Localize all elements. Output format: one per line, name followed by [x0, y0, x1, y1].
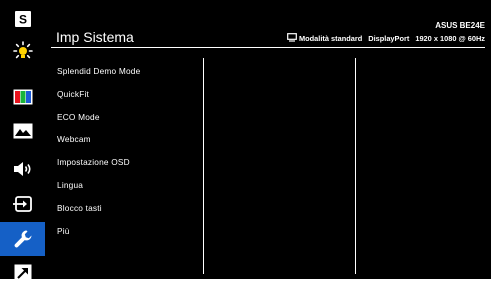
input-label: DisplayPort — [368, 34, 410, 43]
sidebar-item-splendid[interactable]: S — [0, 2, 45, 36]
menu-item-quickfit[interactable]: QuickFit — [57, 89, 89, 99]
sidebar-item-blue-light-filter[interactable] — [0, 35, 45, 69]
sidebar-item-system-setup[interactable] — [0, 222, 45, 256]
menu-item-eco-mode[interactable]: ECO Mode — [57, 112, 100, 122]
menu-item-more[interactable]: Più — [57, 226, 70, 236]
menu-item-osd-setup[interactable]: Impostazione OSD — [57, 157, 130, 167]
color-bars-icon — [13, 89, 32, 105]
sidebar-item-input-select[interactable] — [0, 187, 45, 221]
status-bar: Modalità standard DisplayPort 1920 x 108… — [287, 33, 485, 44]
sidebar-item-image[interactable] — [0, 114, 45, 148]
shortcut-arrow-icon — [14, 264, 31, 282]
wrench-icon — [14, 230, 31, 248]
speaker-icon — [13, 162, 31, 176]
osd-window: S Imp Sistema ASUS BE24E Modalità standa… — [0, 0, 491, 282]
column-divider-1 — [203, 58, 204, 274]
mode-label: Modalità standard — [299, 34, 363, 43]
splendid-s-icon: S — [14, 11, 31, 27]
column-divider-2 — [355, 58, 356, 274]
menu-item-key-lock[interactable]: Blocco tasti — [57, 203, 102, 213]
main-panel: Imp Sistema ASUS BE24E Modalità standard… — [45, 0, 491, 279]
sidebar-item-color[interactable] — [0, 80, 45, 114]
blue-light-filter-icon — [12, 41, 33, 59]
menu-item-language[interactable]: Lingua — [57, 180, 83, 190]
page-title: Imp Sistema — [56, 29, 134, 45]
sidebar-item-sound[interactable] — [0, 152, 45, 186]
sidebar-item-shortcut[interactable] — [0, 256, 45, 290]
monitor-icon — [287, 33, 297, 44]
menu-item-splendid-demo-mode[interactable]: Splendid Demo Mode — [57, 66, 140, 76]
resolution-label: 1920 x 1080 @ 60Hz — [415, 34, 485, 43]
osd-header: Imp Sistema ASUS BE24E Modalità standard… — [45, 0, 491, 48]
header-divider — [51, 47, 485, 48]
menu-item-webcam[interactable]: Webcam — [57, 134, 91, 144]
image-icon — [13, 123, 32, 139]
svg-text:S: S — [18, 13, 26, 27]
model-name: ASUS BE24E — [435, 21, 485, 30]
sidebar: S — [0, 0, 45, 282]
input-select-icon — [12, 196, 32, 212]
